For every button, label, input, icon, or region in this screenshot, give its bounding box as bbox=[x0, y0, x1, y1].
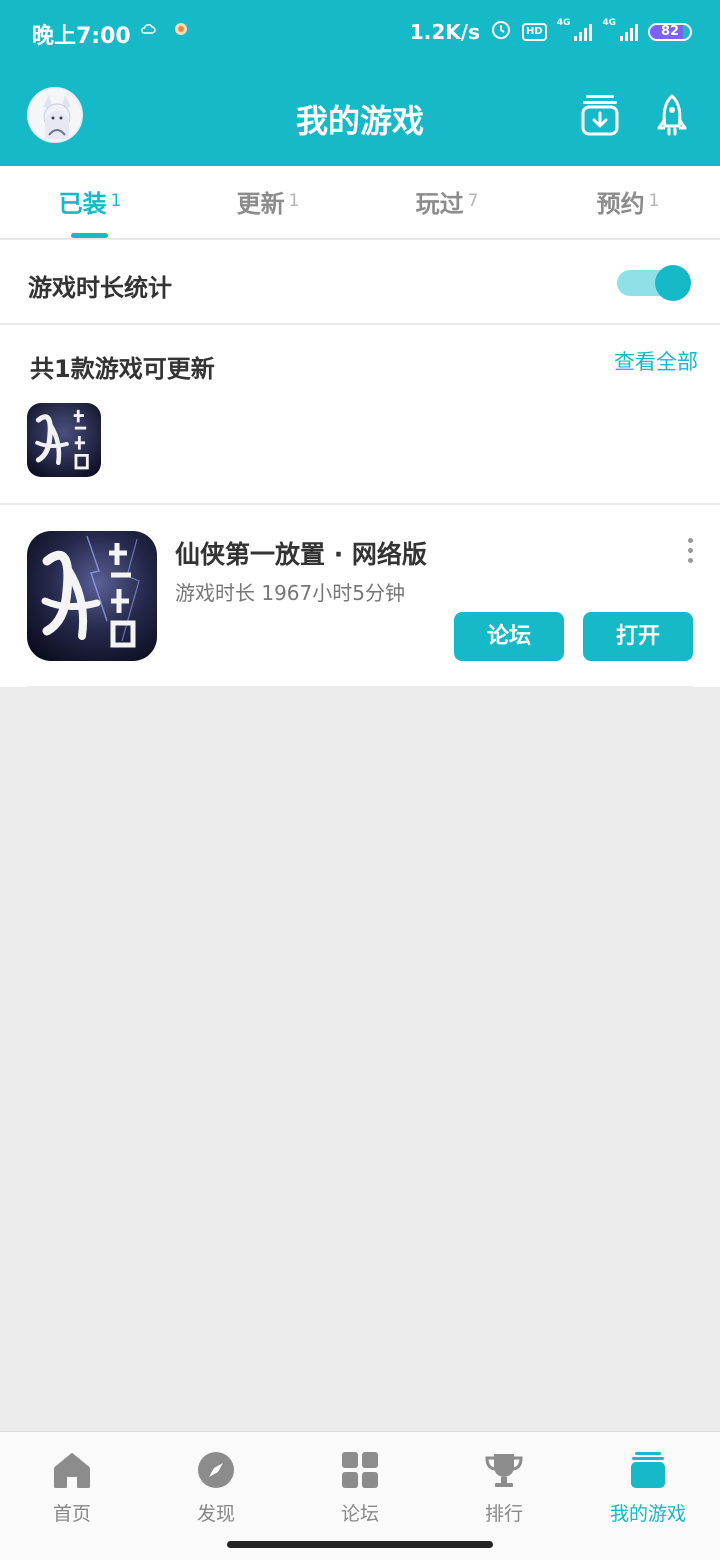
nav-label: 排行 bbox=[484, 1503, 523, 1525]
card-divider bbox=[27, 686, 693, 687]
home-indicator[interactable] bbox=[227, 1541, 493, 1548]
tab-reserved[interactable]: 预约 1 bbox=[538, 166, 718, 239]
nav-discover[interactable]: 发现 bbox=[144, 1432, 288, 1532]
more-dot bbox=[687, 538, 693, 543]
nav-my-games[interactable]: 我的游戏 bbox=[576, 1432, 720, 1532]
download-manager-button[interactable] bbox=[580, 93, 620, 137]
net-type-2: 4G bbox=[602, 18, 616, 28]
rocket-icon bbox=[657, 94, 687, 136]
compass-icon bbox=[198, 1452, 234, 1488]
tab-count: 1 bbox=[288, 191, 300, 211]
open-button[interactable]: 打开 bbox=[583, 612, 693, 661]
game-playtime: 游戏时长 1967小时5分钟 bbox=[175, 581, 405, 605]
download-icon bbox=[581, 95, 619, 136]
tab-bar: 已装 1 更新 1 玩过 7 预约 1 bbox=[0, 166, 720, 239]
update-game-icon[interactable] bbox=[27, 403, 101, 477]
nav-label: 论坛 bbox=[340, 1503, 379, 1525]
status-bar: 晚上7:00 1.2K/s HD 4G 4G 82 bbox=[0, 0, 720, 64]
rocket-button[interactable] bbox=[652, 93, 692, 137]
playtime-stats-toggle[interactable] bbox=[617, 265, 693, 301]
playtime-stats-row: 游戏时长统计 bbox=[0, 240, 720, 323]
tab-installed[interactable]: 已装 1 bbox=[0, 166, 180, 239]
alarm-icon bbox=[490, 18, 512, 45]
tab-label: 更新 bbox=[236, 190, 285, 218]
tab-label: 玩过 bbox=[415, 190, 464, 218]
more-dot bbox=[687, 548, 693, 553]
grid-icon bbox=[342, 1452, 378, 1488]
updates-section: 共1款游戏可更新 查看全部 bbox=[0, 325, 720, 503]
nav-forum[interactable]: 论坛 bbox=[288, 1432, 432, 1532]
tab-label: 预约 bbox=[596, 190, 645, 218]
net-speed: 1.2K/s bbox=[409, 19, 481, 44]
battery-icon: 82 bbox=[648, 22, 692, 41]
status-right: 1.2K/s HD 4G 4G 82 bbox=[410, 18, 692, 45]
trophy-icon bbox=[485, 1454, 523, 1487]
nav-label: 发现 bbox=[196, 1503, 235, 1525]
battery-level: 82 bbox=[660, 23, 680, 39]
nav-ranking[interactable]: 排行 bbox=[432, 1432, 576, 1532]
game-icon[interactable] bbox=[27, 531, 157, 661]
nav-label: 我的游戏 bbox=[609, 1503, 686, 1525]
hd-badge: HD bbox=[522, 22, 547, 41]
top-bar: 晚上7:00 1.2K/s HD 4G 4G 82 我的游戏 bbox=[0, 0, 720, 166]
tab-label: 已装 bbox=[58, 190, 107, 218]
more-dot bbox=[687, 558, 693, 563]
signal-icon bbox=[574, 23, 593, 41]
tab-active-indicator bbox=[71, 233, 108, 238]
net-type-1: 4G bbox=[556, 18, 571, 28]
updates-label: 共1款游戏可更新 bbox=[30, 355, 215, 383]
status-time: 晚上7:00 bbox=[32, 24, 131, 49]
home-icon bbox=[54, 1453, 90, 1488]
cloud-icon bbox=[140, 22, 156, 38]
tab-count: 7 bbox=[467, 191, 479, 211]
nav-home[interactable]: 首页 bbox=[0, 1432, 144, 1532]
forum-button[interactable]: 论坛 bbox=[454, 612, 564, 661]
app-notification-icon bbox=[174, 22, 188, 40]
tab-count: 1 bbox=[110, 191, 122, 211]
nav-label: 首页 bbox=[52, 1503, 91, 1525]
tab-played[interactable]: 玩过 7 bbox=[357, 166, 537, 239]
playtime-stats-label: 游戏时长统计 bbox=[28, 274, 172, 302]
tab-count: 1 bbox=[648, 191, 660, 211]
view-all-link[interactable]: 查看全部 bbox=[614, 346, 698, 376]
game-name: 仙侠第一放置 · 网络版 bbox=[175, 540, 427, 569]
game-card: 仙侠第一放置 · 网络版 游戏时长 1967小时5分钟 论坛 打开 bbox=[0, 505, 720, 687]
toggle-knob bbox=[655, 265, 691, 301]
signal-icon-2 bbox=[620, 23, 638, 41]
tab-updates[interactable]: 更新 1 bbox=[178, 166, 358, 239]
more-options-button[interactable] bbox=[676, 535, 704, 567]
my-games-icon bbox=[631, 1452, 665, 1488]
